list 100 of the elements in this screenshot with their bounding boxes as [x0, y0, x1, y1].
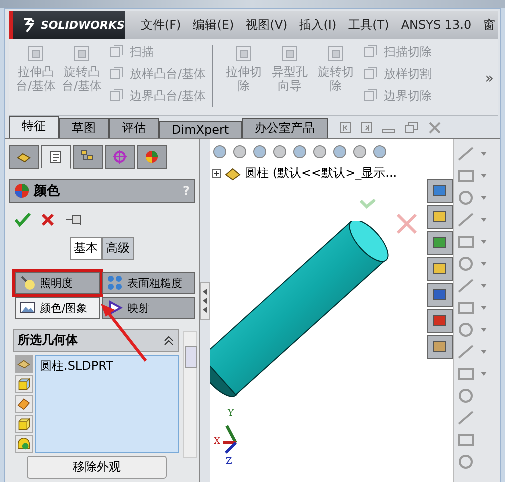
task-pane-tab[interactable] — [427, 309, 453, 333]
sketch-tool-icon[interactable] — [456, 277, 490, 295]
close-icon[interactable] — [428, 122, 442, 134]
command-tab[interactable]: DimXpert — [159, 121, 242, 138]
panel-collapse-handle[interactable] — [200, 282, 210, 320]
command-tab[interactable]: 特征 — [9, 116, 59, 138]
panel-tab[interactable] — [9, 145, 39, 169]
panel-icon — [432, 261, 448, 277]
panel-tab[interactable] — [73, 145, 103, 169]
selection-list[interactable]: 圆柱.SLDPRT — [35, 355, 179, 453]
feature-icon — [109, 44, 125, 60]
appearance-icon — [14, 183, 30, 199]
graphics-area[interactable]: 圆柱 (默认<<默认>_显示... Y X Z — [210, 139, 427, 482]
menu-item[interactable]: 编辑(E) — [187, 16, 240, 34]
sketch-tool-icon[interactable] — [456, 189, 490, 207]
appearance-icon — [144, 149, 160, 165]
annotation-arrow — [99, 303, 149, 363]
task-pane-tab[interactable] — [427, 231, 453, 255]
cube-icon[interactable] — [15, 375, 33, 393]
panel-tab[interactable] — [41, 145, 71, 169]
lamp-icon — [20, 275, 36, 291]
mode-button[interactable]: 高级 — [102, 237, 134, 260]
feature-icon — [363, 88, 380, 104]
ok-icon[interactable] — [15, 213, 31, 227]
sub-tab[interactable]: 映射 — [102, 297, 195, 319]
sketch-tool-icon[interactable] — [456, 255, 490, 273]
panel-tab[interactable] — [137, 145, 167, 169]
remove-button[interactable]: 移除外观 — [27, 456, 167, 479]
sketch-tool-icon[interactable] — [456, 211, 490, 229]
view-tool-icon[interactable] — [332, 144, 348, 160]
task-pane-tab[interactable] — [427, 283, 453, 307]
view-tool-icon[interactable] — [292, 144, 308, 160]
sub-tab[interactable]: 表面粗糙度 — [102, 272, 195, 294]
menu-item[interactable]: 文件(F) — [134, 16, 188, 34]
menu-item[interactable]: ANSYS 13.0 — [395, 18, 478, 32]
menu-item[interactable]: 视图(V) — [240, 16, 294, 34]
panel-icon — [432, 183, 448, 199]
view-tool-icon[interactable] — [252, 144, 268, 160]
view-tool-icon[interactable] — [352, 144, 368, 160]
tile-left-icon[interactable] — [340, 122, 352, 134]
command-tab[interactable]: 草图 — [59, 118, 109, 138]
sketch-tool-icon[interactable] — [456, 233, 490, 251]
logo-text: SOLIDWORKS — [41, 18, 125, 32]
dots-icon — [107, 275, 124, 291]
feature-icon — [363, 66, 380, 82]
menu-item[interactable]: 工具(T) — [342, 16, 396, 34]
sub-tab[interactable]: 颜色/图象 — [15, 297, 100, 319]
task-pane-tab[interactable] — [427, 335, 453, 359]
part-icon — [224, 166, 242, 182]
view-tool-icon[interactable] — [212, 144, 228, 160]
property-icon — [48, 149, 64, 165]
axis-label: X — [214, 437, 220, 447]
panel-title: 颜色 — [34, 182, 60, 200]
panel-icon — [432, 235, 448, 251]
mode-button[interactable]: 基本 — [70, 237, 102, 260]
face-filter-icon[interactable] — [15, 395, 33, 413]
view-tool-icon[interactable] — [232, 144, 248, 160]
sketch-tool-icon[interactable] — [456, 299, 490, 317]
sub-tab[interactable]: 照明度 — [15, 272, 100, 294]
confirm-cancel-icon[interactable] — [396, 213, 418, 235]
scrollbar[interactable] — [183, 331, 197, 458]
tile-right-icon[interactable] — [361, 122, 374, 134]
confirm-check-icon[interactable] — [360, 199, 376, 209]
image-icon — [20, 300, 36, 316]
feature-icon — [363, 44, 380, 60]
panel-icon — [432, 339, 448, 355]
menu-item[interactable]: 插入(I) — [294, 16, 343, 34]
feature-icon — [109, 88, 125, 104]
tree-label[interactable]: 圆柱 (默认<<默认>_显示... — [245, 165, 398, 182]
list-item[interactable]: 圆柱.SLDPRT — [40, 359, 114, 373]
view-tool-icon[interactable] — [312, 144, 328, 160]
sketch-tool-icon[interactable] — [456, 343, 490, 361]
axis-label: Z — [226, 457, 232, 467]
sketch-tool-icon[interactable] — [456, 145, 490, 163]
task-pane-tab[interactable] — [427, 179, 453, 203]
view-tool-icon[interactable] — [372, 144, 388, 160]
cube-icon[interactable] — [15, 415, 33, 433]
sketch-tool-icon[interactable] — [456, 365, 490, 383]
view-tool-icon[interactable] — [272, 144, 288, 160]
restore-icon[interactable] — [405, 122, 420, 134]
task-pane-tab[interactable] — [427, 257, 453, 281]
part-filter-icon[interactable] — [15, 355, 33, 373]
feature-filter-icon[interactable] — [15, 435, 33, 453]
feature-icon — [109, 66, 125, 82]
axis-triad-icon — [222, 423, 238, 455]
expand-icon[interactable] — [212, 169, 221, 178]
task-pane-tab[interactable] — [427, 205, 453, 229]
more-button[interactable]: » — [485, 71, 494, 87]
chevrons-up-icon — [164, 336, 174, 346]
axis-label: Y — [228, 409, 234, 419]
panel-icon — [432, 209, 448, 225]
command-tab[interactable]: 办公室产品 — [242, 118, 328, 138]
target-icon — [112, 149, 128, 165]
menu-item[interactable]: 窗 — [478, 16, 498, 34]
section-header[interactable]: 所选几何体 — [13, 329, 179, 352]
cancel-icon[interactable] — [41, 213, 55, 227]
command-tab[interactable]: 评估 — [109, 118, 159, 138]
panel-icon — [432, 287, 448, 303]
sketch-tool-icon[interactable] — [456, 321, 490, 339]
sketch-tool-icon[interactable] — [456, 167, 490, 185]
